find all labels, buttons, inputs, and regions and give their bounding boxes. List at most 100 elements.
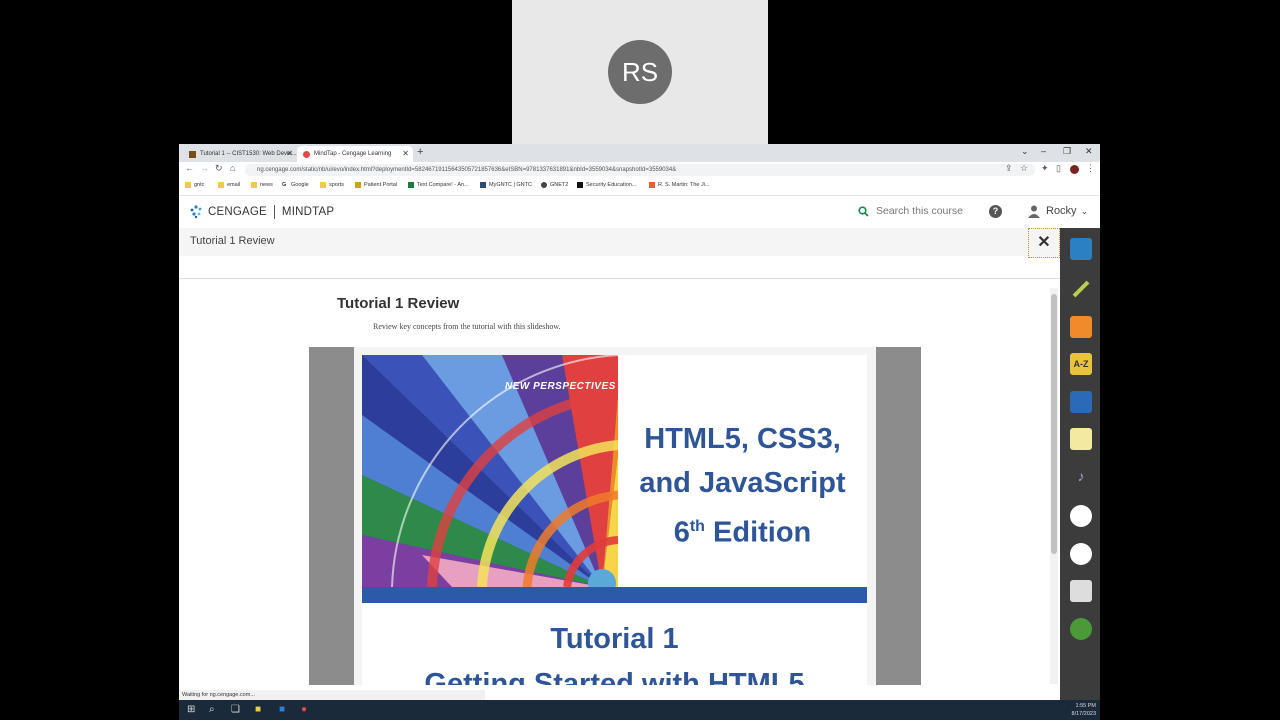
bookmark-item[interactable]: news — [251, 182, 273, 188]
bookmark-item[interactable]: Text Compare! - An... — [408, 182, 469, 188]
book-title-line: and JavaScript — [639, 467, 846, 499]
course-search[interactable]: Search this course — [858, 205, 963, 217]
search-placeholder: Search this course — [876, 205, 963, 217]
minimize-icon[interactable]: – — [1041, 146, 1046, 156]
participant-avatar: RS — [608, 40, 672, 104]
menu-dots-icon[interactable]: ⋮ — [1086, 163, 1095, 174]
scrollbar-thumb[interactable] — [1051, 294, 1057, 554]
reload-icon[interactable]: ↻ — [215, 163, 223, 174]
bookmark-label: Patient Portal — [364, 182, 398, 188]
glossary-az-icon[interactable]: A-Z — [1070, 353, 1092, 375]
bookmark-label: Security Education... — [586, 182, 637, 188]
cengage-logo-icon — [190, 205, 202, 219]
google-icon: G — [282, 182, 287, 188]
cnow-icon[interactable] — [1070, 505, 1092, 527]
outlook-icon[interactable]: ■ — [279, 704, 285, 715]
file-explorer-icon[interactable]: ■ — [255, 704, 261, 715]
mindtap-app-dock: A-Z ♪ — [1060, 228, 1100, 700]
taskbar-clock[interactable]: 1:55 PM 8/17/2023 — [1072, 702, 1096, 718]
app-circle-icon[interactable] — [1070, 618, 1092, 640]
notes-icon[interactable] — [1070, 428, 1092, 450]
bookmark-item[interactable]: Patient Portal — [355, 182, 397, 188]
bookmark-label: news — [260, 182, 273, 188]
logo-divider — [273, 204, 275, 219]
close-window-icon[interactable]: ✕ — [1085, 146, 1093, 157]
tab-mindtap[interactable]: MindTap - Cengage Learning ✕ — [297, 146, 413, 162]
bookmark-item[interactable]: MyGNTC | GNTC — [480, 182, 532, 188]
chevron-down-icon[interactable]: ⌄ — [1021, 146, 1029, 157]
readspeaker-icon[interactable]: ♪ — [1070, 468, 1092, 490]
tab-close-icon[interactable]: ✕ — [286, 149, 293, 158]
tutorial-number: Tutorial 1 — [550, 623, 679, 655]
user-menu[interactable]: Rocky ⌄ — [1027, 204, 1088, 218]
extensions-icon[interactable]: ✦ — [1041, 163, 1049, 174]
bookmark-item[interactable]: GNET2 — [541, 182, 568, 188]
bookmark-label: Text Compare! - An... — [417, 182, 469, 188]
rss-icon[interactable] — [1070, 316, 1092, 338]
app-header: CENGAGE MINDTAP Search this course ? Roc… — [179, 196, 1100, 228]
edition-suffix: th — [689, 518, 705, 535]
activity-content: Tutorial 1 Review Review key concepts fr… — [179, 278, 1060, 685]
restore-icon[interactable]: ❐ — [1063, 146, 1071, 157]
help-icon[interactable]: ? — [989, 205, 1002, 218]
documents-icon[interactable] — [1070, 580, 1092, 602]
book-cover-slide: NEW PERSPECTIVES HTML5, CSS3, and JavaSc… — [362, 355, 867, 685]
bookmark-item[interactable]: R. S. Martin: The Ji... — [649, 182, 710, 188]
page-title: Tutorial 1 Review — [337, 295, 460, 312]
profile-avatar[interactable] — [1070, 165, 1079, 174]
tab-tutorial[interactable]: Tutorial 1 -- CIST1530: Web Devel... ✕ — [183, 146, 297, 162]
folder-icon — [218, 182, 224, 188]
slideshow-frame[interactable]: NEW PERSPECTIVES HTML5, CSS3, and JavaSc… — [309, 347, 921, 685]
bookmarks-bar: gntc email news G Google sports Patient P… — [179, 178, 1100, 196]
new-tab-plus-icon[interactable]: + — [417, 146, 423, 158]
tab-favicon-icon — [303, 150, 310, 158]
windows-taskbar: ⊞ ⌕ ❏ ■ ■ ● 1:55 PM 8/17/2023 — [179, 700, 1100, 720]
chrome-icon[interactable]: ● — [301, 704, 307, 715]
toolbox-icon[interactable] — [1070, 238, 1092, 260]
bookmark-label: MyGNTC | GNTC — [489, 182, 532, 188]
task-view-icon[interactable]: ❏ — [231, 704, 240, 715]
bookmark-item[interactable]: email — [218, 182, 240, 188]
home-icon[interactable]: ⌂ — [230, 163, 235, 173]
gntc-icon — [480, 182, 486, 188]
tab-label: Tutorial 1 -- CIST1530: Web Devel... — [200, 151, 297, 157]
windows-start-icon[interactable]: ⊞ — [187, 704, 195, 715]
tab-favicon-icon — [189, 150, 196, 158]
tab-strip: Tutorial 1 -- CIST1530: Web Devel... ✕ M… — [179, 144, 1100, 162]
cengage-logo[interactable]: CENGAGE MINDTAP — [189, 204, 334, 219]
close-activity-icon[interactable]: ✕ — [1028, 228, 1060, 258]
bookmark-label: sports — [329, 182, 344, 188]
activity-title: Tutorial 1 Review — [190, 235, 275, 247]
sidepanel-icon[interactable]: ▯ — [1056, 163, 1061, 174]
product-name: MINDTAP — [281, 205, 335, 218]
series-label: NEW PERSPECTIVES — [505, 381, 616, 392]
activity-bar: Tutorial 1 Review — [179, 228, 1060, 256]
forward-arrow-icon[interactable]: → — [200, 163, 209, 173]
tab-close-icon[interactable]: ✕ — [402, 149, 409, 158]
share-icon[interactable]: ⇪ — [1005, 163, 1013, 174]
edition-word: Edition — [713, 516, 812, 549]
address-bar[interactable]: ng.cengage.com/static/nb/ui/evo/index.ht… — [245, 164, 1035, 176]
brand-name: CENGAGE — [208, 205, 267, 218]
book-title: HTML5, CSS3, and JavaScript 6th Edition — [618, 417, 867, 555]
chevron-down-icon: ⌄ — [1080, 205, 1089, 216]
bookmark-item[interactable]: gntc — [185, 182, 204, 188]
bookmark-label: Google — [291, 182, 309, 188]
search-icon — [858, 205, 869, 217]
pencil-icon[interactable] — [1070, 278, 1092, 300]
taskbar-search-icon[interactable]: ⌕ — [209, 704, 215, 715]
quiz-icon[interactable] — [1070, 543, 1092, 565]
star-icon[interactable]: ☆ — [1020, 163, 1028, 174]
bookmark-item[interactable]: sports — [320, 182, 344, 188]
book-icon[interactable] — [1070, 391, 1092, 413]
compare-icon — [408, 182, 414, 188]
content-scrollbar[interactable] — [1050, 288, 1058, 684]
browser-status: Waiting for ng.cengage.com... — [179, 690, 485, 700]
bookmark-item[interactable]: Security Education... — [577, 182, 636, 188]
back-arrow-icon[interactable]: ← — [185, 163, 194, 173]
cover-divider — [362, 587, 867, 603]
bookmark-item[interactable]: G Google — [282, 182, 309, 188]
bookmark-label: R. S. Martin: The Ji... — [658, 182, 710, 188]
browser-window: Tutorial 1 -- CIST1530: Web Devel... ✕ M… — [179, 144, 1100, 700]
book-edition: 6th Edition — [618, 505, 867, 555]
